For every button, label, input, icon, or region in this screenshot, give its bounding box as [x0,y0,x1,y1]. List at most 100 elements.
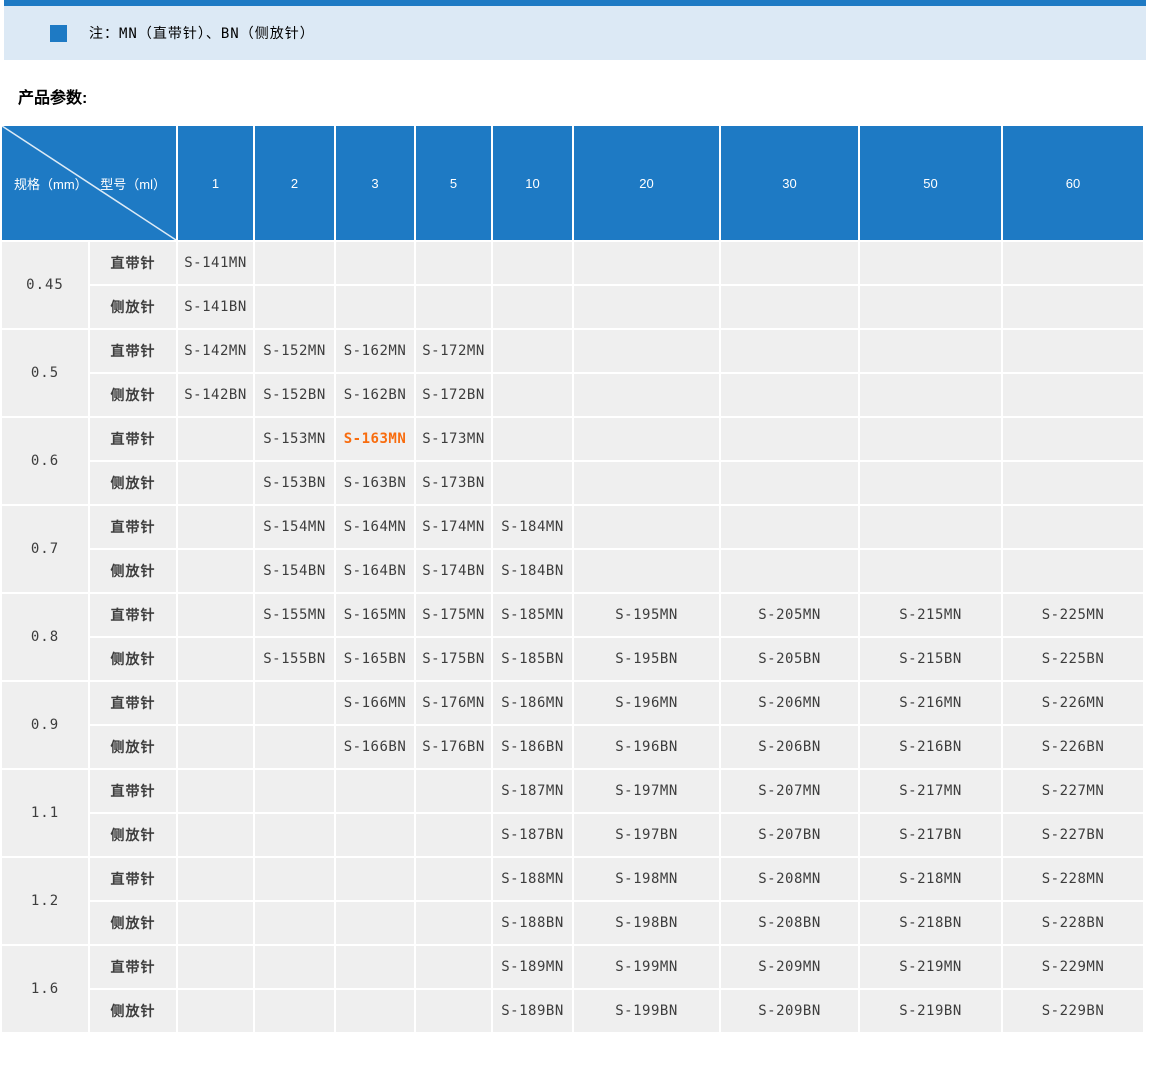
model-cell[interactable]: S-227MN [1003,770,1144,812]
model-cell[interactable]: S-174BN [416,550,492,592]
model-cell[interactable]: S-229BN [1003,990,1144,1032]
empty-cell [178,990,254,1032]
model-cell[interactable]: S-207BN [721,814,859,856]
model-cell[interactable]: S-197BN [574,814,720,856]
model-cell[interactable]: S-208MN [721,858,859,900]
model-cell[interactable]: S-228BN [1003,902,1144,944]
model-cell[interactable]: S-142BN [178,374,254,416]
model-cell[interactable]: S-219MN [860,946,1002,988]
model-cell[interactable]: S-189BN [493,990,573,1032]
model-cell[interactable]: S-176BN [416,726,492,768]
model-cell[interactable]: S-172BN [416,374,492,416]
model-cell[interactable]: S-208BN [721,902,859,944]
empty-cell [574,242,720,284]
model-cell[interactable]: S-165BN [336,638,415,680]
model-cell[interactable]: S-165MN [336,594,415,636]
model-cell[interactable]: S-206MN [721,682,859,724]
model-cell[interactable]: S-205BN [721,638,859,680]
model-cell[interactable]: S-162BN [336,374,415,416]
model-cell[interactable]: S-216MN [860,682,1002,724]
model-cell[interactable]: S-225MN [1003,594,1144,636]
model-cell[interactable]: S-215MN [860,594,1002,636]
model-cell[interactable]: S-196MN [574,682,720,724]
model-cell[interactable]: S-207MN [721,770,859,812]
model-cell[interactable]: S-225BN [1003,638,1144,680]
model-cell[interactable]: S-226BN [1003,726,1144,768]
model-cell[interactable]: S-152BN [255,374,335,416]
empty-cell [860,242,1002,284]
model-cell[interactable]: S-197MN [574,770,720,812]
model-cell[interactable]: S-188MN [493,858,573,900]
model-cell[interactable]: S-189MN [493,946,573,988]
spec-cell: 1.1 [2,770,88,856]
model-cell[interactable]: S-217BN [860,814,1002,856]
model-cell[interactable]: S-164BN [336,550,415,592]
model-cell[interactable]: S-186BN [493,726,573,768]
model-cell[interactable]: S-218MN [860,858,1002,900]
model-cell[interactable]: S-219BN [860,990,1002,1032]
model-cell[interactable]: S-163MN [336,418,415,460]
model-cell[interactable]: S-198MN [574,858,720,900]
model-cell[interactable]: S-173MN [416,418,492,460]
model-cell[interactable]: S-153BN [255,462,335,504]
model-cell[interactable]: S-141BN [178,286,254,328]
model-cell[interactable]: S-228MN [1003,858,1144,900]
section-title: 产品参数: [18,90,88,107]
model-cell[interactable]: S-152MN [255,330,335,372]
model-cell[interactable]: S-218BN [860,902,1002,944]
model-cell[interactable]: S-162MN [336,330,415,372]
model-cell[interactable]: S-229MN [1003,946,1144,988]
model-cell[interactable]: S-195BN [574,638,720,680]
model-cell[interactable]: S-185MN [493,594,573,636]
model-cell[interactable]: S-173BN [416,462,492,504]
column-header-10ml: 10 [493,126,573,240]
model-cell[interactable]: S-188BN [493,902,573,944]
table-row: 侧放针 S-166BN S-176BN S-186BN S-196BN S-206BN S-… [2,726,1144,768]
model-cell[interactable]: S-186MN [493,682,573,724]
model-cell[interactable]: S-175BN [416,638,492,680]
model-cell[interactable]: S-166MN [336,682,415,724]
model-cell[interactable]: S-215BN [860,638,1002,680]
model-cell[interactable]: S-227BN [1003,814,1144,856]
model-cell[interactable]: S-175MN [416,594,492,636]
model-cell[interactable]: S-166BN [336,726,415,768]
table-corner-cell: 规格（mm） 型号（ml） [2,126,177,240]
model-cell[interactable]: S-185BN [493,638,573,680]
model-cell[interactable]: S-184MN [493,506,573,548]
model-cell[interactable]: S-141MN [178,242,254,284]
model-cell[interactable]: S-226MN [1003,682,1144,724]
column-header-20ml: 20 [574,126,720,240]
model-cell[interactable]: S-217MN [860,770,1002,812]
model-cell[interactable]: S-216BN [860,726,1002,768]
model-cell[interactable]: S-176MN [416,682,492,724]
model-cell[interactable]: S-205MN [721,594,859,636]
model-cell[interactable]: S-199MN [574,946,720,988]
model-cell[interactable]: S-142MN [178,330,254,372]
model-cell[interactable]: S-154MN [255,506,335,548]
model-cell[interactable]: S-196BN [574,726,720,768]
model-cell[interactable]: S-155MN [255,594,335,636]
model-cell[interactable]: S-155BN [255,638,335,680]
model-cell[interactable]: S-164MN [336,506,415,548]
model-cell[interactable]: S-209MN [721,946,859,988]
table-row: 侧放针 S-153BN S-163BN S-173BN [2,462,1144,504]
model-cell[interactable]: S-184BN [493,550,573,592]
empty-cell [860,418,1002,460]
model-cell[interactable]: S-172MN [416,330,492,372]
empty-cell [178,814,254,856]
model-cell[interactable]: S-199BN [574,990,720,1032]
model-cell[interactable]: S-174MN [416,506,492,548]
model-cell[interactable]: S-195MN [574,594,720,636]
model-cell[interactable]: S-187BN [493,814,573,856]
empty-cell [721,550,859,592]
model-cell[interactable]: S-163BN [336,462,415,504]
model-cell[interactable]: S-187MN [493,770,573,812]
empty-cell [416,990,492,1032]
empty-cell [416,286,492,328]
model-cell[interactable]: S-209BN [721,990,859,1032]
model-cell[interactable]: S-206BN [721,726,859,768]
needle-type-cell-straight: 直带针 [90,594,177,636]
model-cell[interactable]: S-154BN [255,550,335,592]
model-cell[interactable]: S-198BN [574,902,720,944]
model-cell[interactable]: S-153MN [255,418,335,460]
